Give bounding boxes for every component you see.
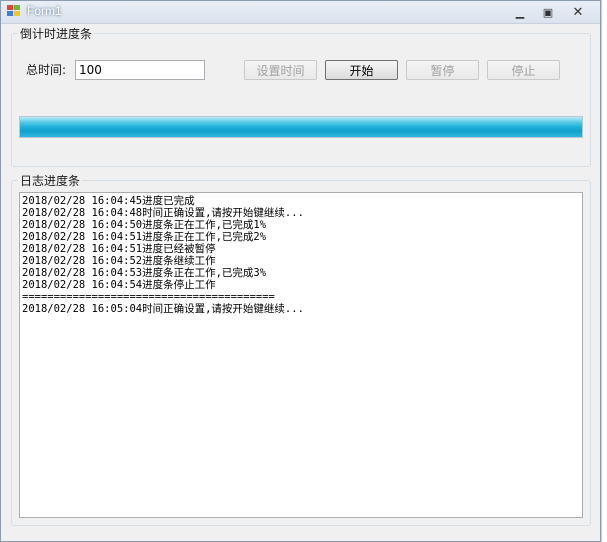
total-time-input[interactable]: 100 bbox=[75, 60, 205, 80]
log-line: 2018/02/28 16:04:51进度条正在工作,已完成2% bbox=[22, 231, 267, 243]
background-window-edge bbox=[601, 0, 607, 542]
window-title: Form1 bbox=[27, 4, 62, 18]
maximize-icon: ▣ bbox=[542, 5, 554, 19]
title-bar[interactable]: Form1 ▁ ▣ ✕ bbox=[1, 1, 600, 24]
minimize-button[interactable]: ▁ bbox=[509, 4, 531, 20]
log-line: 2018/02/28 16:04:50进度条正在工作,已完成1% bbox=[22, 219, 267, 231]
log-line: 2018/02/28 16:04:45进度已完成 bbox=[22, 195, 195, 207]
progress-fill bbox=[20, 117, 582, 137]
countdown-group: 倒计时进度条 总时间: 100 设置时间 开始 暂停 停止 bbox=[11, 25, 591, 167]
log-group: 日志进度条 2018/02/28 16:04:45进度已完成 2018/02/28… bbox=[11, 172, 591, 526]
log-line: 2018/02/28 16:04:54进度条停止工作 bbox=[22, 279, 216, 291]
countdown-group-label: 倒计时进度条 bbox=[18, 25, 95, 42]
log-line: 2018/02/28 16:04:48时间正确设置,请按开始键继续... bbox=[22, 207, 304, 219]
log-line: 2018/02/28 16:04:53进度条正在工作,已完成3% bbox=[22, 267, 267, 279]
main-window: Form1 ▁ ▣ ✕ 倒计时进度条 总时间: 100 设置时间 开始 暂停 停… bbox=[0, 0, 601, 542]
total-time-label: 总时间: bbox=[26, 63, 67, 77]
pause-button[interactable]: 暂停 bbox=[406, 60, 479, 80]
log-line: 2018/02/28 16:04:52进度条继续工作 bbox=[22, 255, 216, 267]
minimize-icon: ▁ bbox=[515, 5, 525, 19]
stop-button[interactable]: 停止 bbox=[487, 60, 560, 80]
close-icon: ✕ bbox=[572, 4, 584, 20]
maximize-button[interactable]: ▣ bbox=[537, 4, 559, 20]
set-time-button[interactable]: 设置时间 bbox=[244, 60, 317, 80]
log-textbox[interactable]: 2018/02/28 16:04:45进度已完成 2018/02/28 16:04… bbox=[19, 192, 583, 518]
close-button[interactable]: ✕ bbox=[567, 4, 589, 20]
log-line: 2018/02/28 16:04:51进度已经被暂停 bbox=[22, 243, 216, 255]
app-icon bbox=[7, 5, 20, 16]
log-group-label: 日志进度条 bbox=[18, 172, 83, 189]
log-line: 2018/02/28 16:05:04时间正确设置,请按开始键继续... bbox=[22, 303, 304, 315]
countdown-progress-bar bbox=[19, 116, 583, 138]
log-line: ======================================== bbox=[22, 291, 275, 303]
log-lines: 2018/02/28 16:04:45进度已完成 2018/02/28 16:04… bbox=[20, 193, 582, 315]
start-button[interactable]: 开始 bbox=[325, 60, 398, 80]
